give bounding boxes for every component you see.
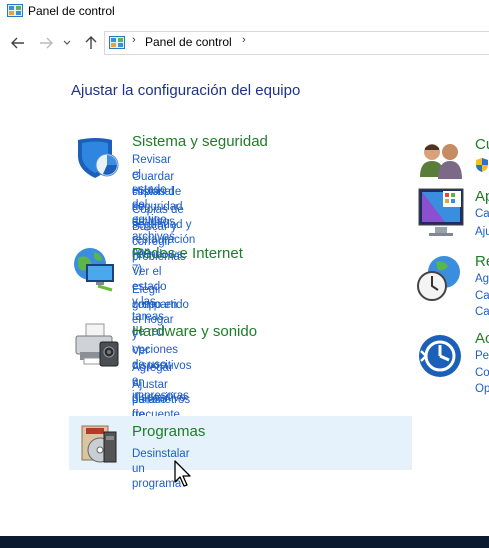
page-title: Ajustar la configuración del equipo <box>71 82 301 99</box>
category-title[interactable]: Sistema y seguridad <box>132 133 268 150</box>
chevron-right-icon[interactable]: › <box>242 34 246 46</box>
control-panel-icon <box>109 36 125 49</box>
navigation-bar: › Panel de control › <box>0 28 489 58</box>
category-title[interactable]: Programas <box>132 423 205 440</box>
link-homegroup-cont[interactable]: compartido <box>132 298 189 313</box>
window-title: Panel de control <box>28 4 115 18</box>
mouse-cursor-icon <box>174 460 192 488</box>
shield-icon <box>74 134 120 185</box>
uac-shield-icon <box>475 157 489 178</box>
up-arrow-icon[interactable] <box>83 35 99 51</box>
chevron-right-icon[interactable]: › <box>132 34 136 46</box>
category-title[interactable]: Re <box>475 253 489 270</box>
monitor-appearance-icon <box>417 187 465 244</box>
title-bar: Panel de control <box>0 0 489 22</box>
link-region-1[interactable]: Ag <box>475 273 489 285</box>
link-access-3[interactable]: Op <box>475 383 489 395</box>
category-title[interactable]: Ac <box>475 330 489 347</box>
clock-globe-icon <box>416 254 464 307</box>
users-icon <box>418 141 466 186</box>
category-title[interactable]: Redes e Internet <box>132 245 243 262</box>
address-bar[interactable]: › Panel de control › <box>104 31 489 55</box>
category-title[interactable]: Cu <box>475 136 489 153</box>
control-panel-icon <box>7 4 23 17</box>
link-region-2[interactable]: Ca <box>475 290 489 302</box>
link-appearance-1[interactable]: Ca <box>475 208 489 220</box>
globe-network-icon <box>72 246 120 297</box>
breadcrumb[interactable]: Panel de control <box>145 35 232 49</box>
category-title[interactable]: Ap <box>475 188 489 205</box>
taskbar <box>0 536 489 548</box>
category-title[interactable]: Hardware y sonido <box>132 323 257 340</box>
link-appearance-2[interactable]: Aju <box>475 226 489 238</box>
forward-arrow-icon[interactable] <box>38 35 54 51</box>
link-access-1[interactable]: Pe <box>475 350 489 362</box>
back-arrow-icon[interactable] <box>10 35 26 51</box>
ease-of-access-icon <box>417 333 463 384</box>
link-access-2[interactable]: Co <box>475 367 489 379</box>
printer-icon <box>72 322 120 373</box>
chevron-down-icon[interactable] <box>62 35 72 51</box>
programs-box-icon <box>78 422 122 471</box>
link-region-3[interactable]: Ca <box>475 306 489 318</box>
